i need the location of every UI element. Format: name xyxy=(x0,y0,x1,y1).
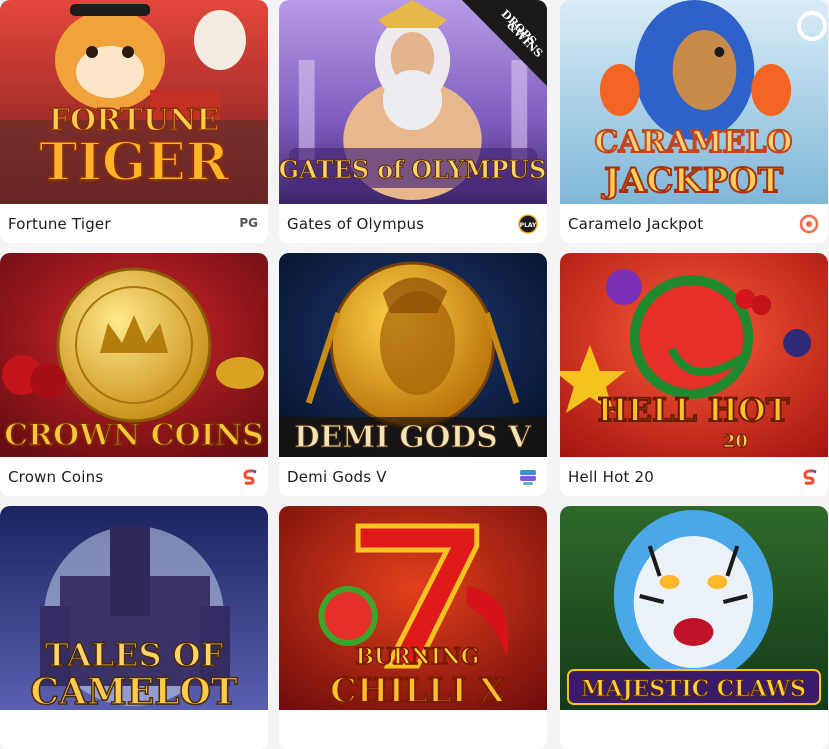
game-thumbnail[interactable]: DROPS &WINS GATES of OLYMPUS xyxy=(279,0,547,204)
title-art-line-2: TIGER xyxy=(39,132,230,193)
provider-ring-logo-icon xyxy=(799,214,819,234)
title-art-line-1: BURNING xyxy=(356,644,480,670)
title-art-line-2: CAMELOT xyxy=(30,671,238,710)
game-thumbnail[interactable]: BURNING CHILLI X xyxy=(279,506,547,710)
pragmatic-play-logo-icon: PLAY xyxy=(518,214,538,234)
game-name: Crown Coins xyxy=(8,468,104,486)
game-name: Fortune Tiger xyxy=(8,215,111,233)
title-art-line-1: HELL HOT xyxy=(598,391,790,429)
pg-logo-icon: PG xyxy=(239,216,258,230)
game-thumbnail[interactable]: MAJESTIC CLAWS xyxy=(560,506,828,710)
game-card-crown-coins[interactable]: CROWN COINS Crown Coins xyxy=(0,253,268,496)
provider-s-logo-icon xyxy=(799,467,819,487)
game-info-bar: Gates of Olympus PLAY xyxy=(279,204,547,243)
game-card-demi-gods-v[interactable]: DEMI GODS V Demi Gods V xyxy=(279,253,547,496)
game-thumbnail[interactable]: DEMI GODS V xyxy=(279,253,547,457)
provider-stack-logo-icon xyxy=(518,467,538,487)
title-art: CROWN COINS xyxy=(4,418,264,453)
title-art-line-2: 20 xyxy=(723,431,748,452)
title-art: DEMI GODS V xyxy=(294,420,532,455)
svg-text:PLAY: PLAY xyxy=(520,222,537,229)
game-card-majestic-claws[interactable]: MAJESTIC CLAWS xyxy=(560,506,828,749)
game-info-bar: Fortune Tiger PG xyxy=(0,204,268,243)
title-art-line-1: TALES OF xyxy=(45,636,224,674)
game-card-burning-chilli-x[interactable]: BURNING CHILLI X xyxy=(279,506,547,749)
game-card-hell-hot-20[interactable]: HELL HOT 20 Hell Hot 20 xyxy=(560,253,828,496)
game-name: Caramelo Jackpot xyxy=(568,215,704,233)
provider-s-logo-icon xyxy=(239,467,259,487)
game-grid: FORTUNE TIGER Fortune Tiger PG DROPS &WI… xyxy=(0,0,829,749)
title-art-line-2: JACKPOT xyxy=(601,161,783,201)
game-info-bar: Demi Gods V xyxy=(279,457,547,496)
game-card-gates-of-olympus[interactable]: DROPS &WINS GATES of OLYMPUS Gates of Ol… xyxy=(279,0,547,243)
game-name: Gates of Olympus xyxy=(287,215,425,233)
game-name: Demi Gods V xyxy=(287,468,387,486)
game-thumbnail[interactable]: HELL HOT 20 xyxy=(560,253,828,457)
game-card-fortune-tiger[interactable]: FORTUNE TIGER Fortune Tiger PG xyxy=(0,0,268,243)
game-thumbnail[interactable]: FORTUNE TIGER xyxy=(0,0,268,204)
game-thumbnail[interactable]: TALES OF CAMELOT xyxy=(0,506,268,710)
title-art: GATES of OLYMPUS xyxy=(279,156,546,184)
game-thumbnail[interactable]: CROWN COINS xyxy=(0,253,268,457)
title-art-line-1: CARAMELO xyxy=(595,125,793,160)
game-info-bar: Crown Coins xyxy=(0,457,268,496)
game-card-tales-of-camelot[interactable]: TALES OF CAMELOT xyxy=(0,506,268,749)
game-info-bar: Hell Hot 20 xyxy=(560,457,828,496)
game-name: Hell Hot 20 xyxy=(568,468,655,486)
title-art-line-2: CHILLI X xyxy=(330,670,506,710)
game-thumbnail[interactable]: CARAMELO JACKPOT xyxy=(560,0,828,204)
title-art: MAJESTIC CLAWS xyxy=(581,676,806,702)
game-info-bar: Caramelo Jackpot xyxy=(560,204,828,243)
game-card-caramelo-jackpot[interactable]: CARAMELO JACKPOT Caramelo Jackpot xyxy=(560,0,828,243)
